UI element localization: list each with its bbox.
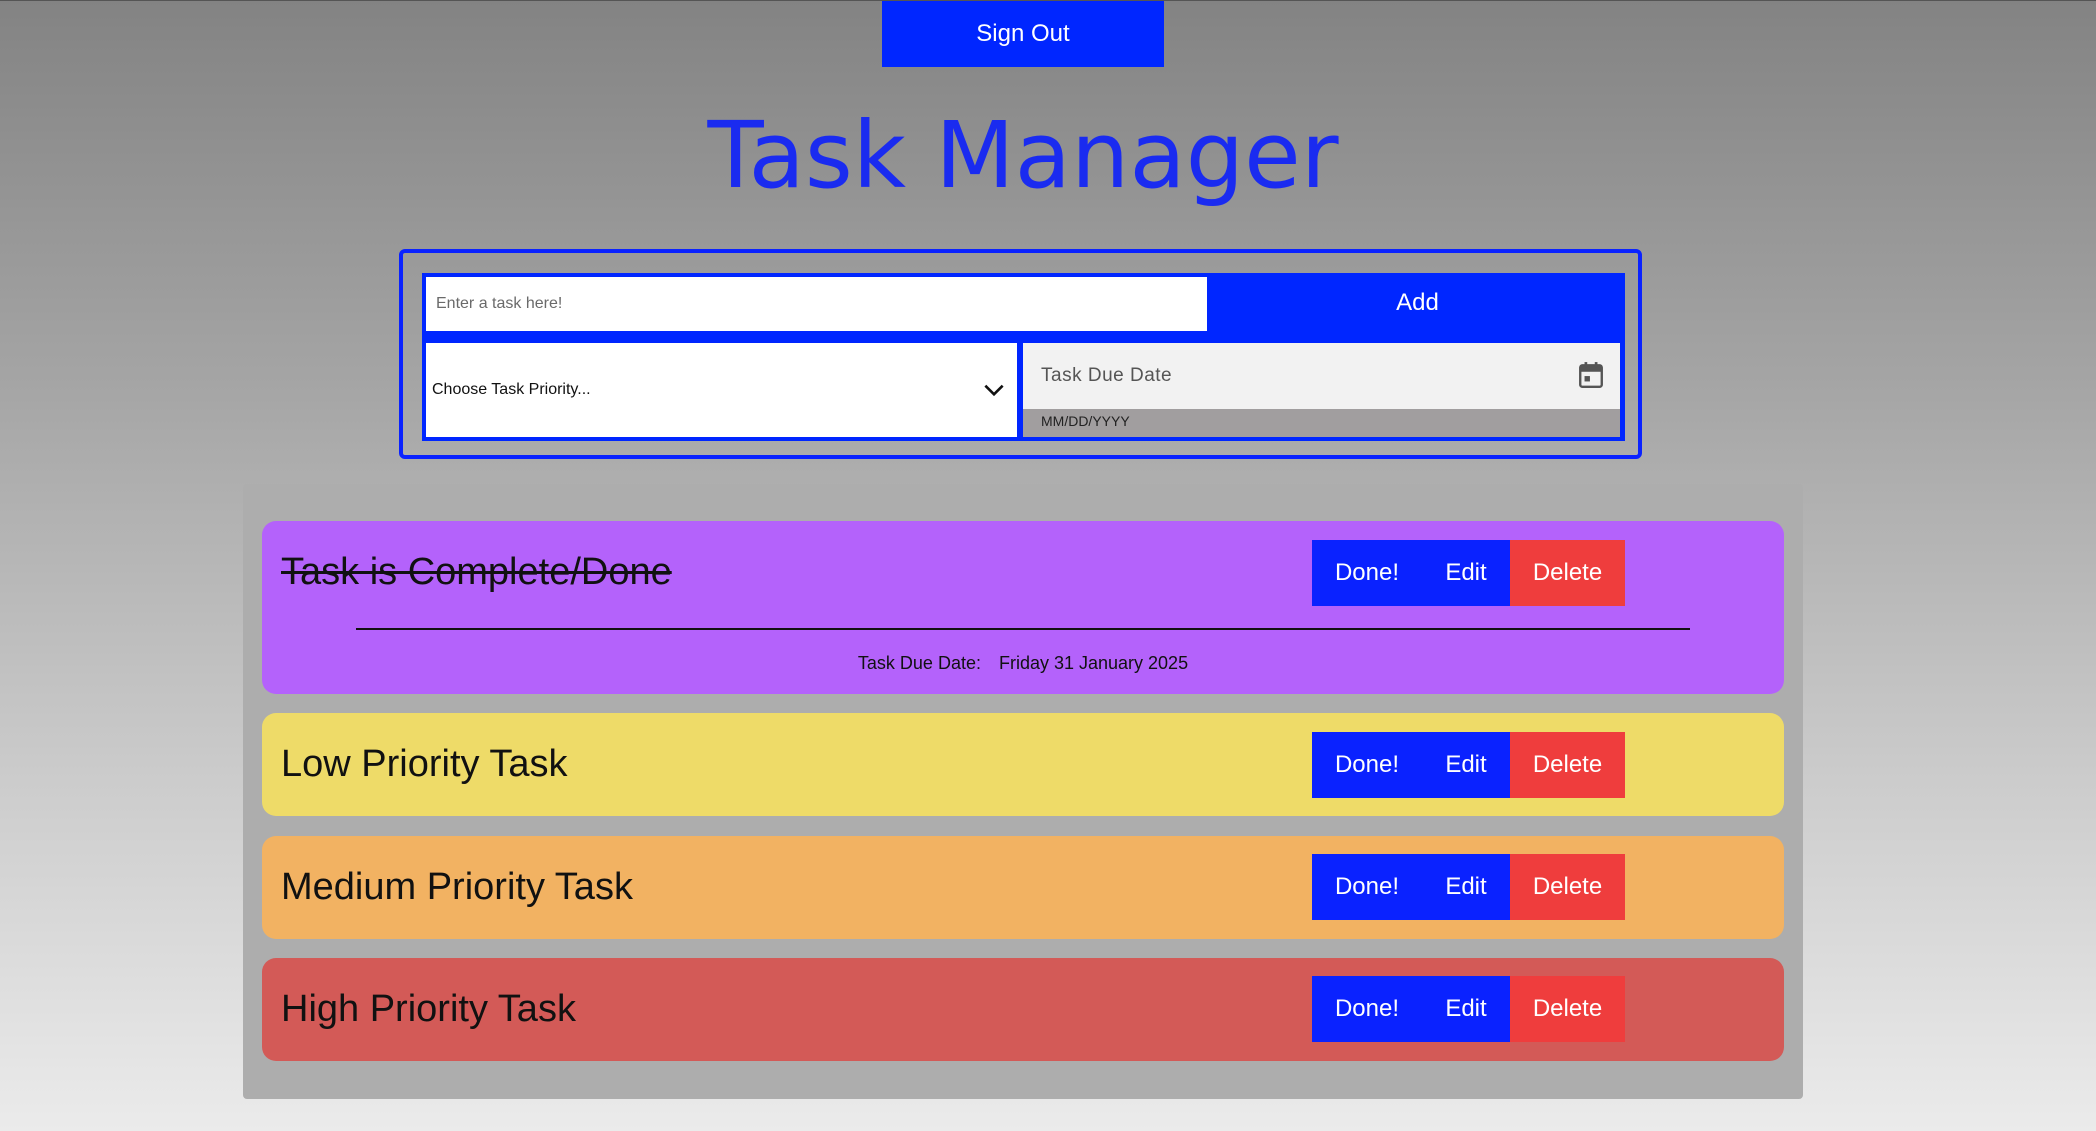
task-card-completed: Task is Complete/Done Done! Edit Delete …	[262, 521, 1784, 694]
task-name: Task is Complete/Done	[281, 551, 672, 593]
calendar-icon[interactable]	[1578, 361, 1604, 389]
task-due-date-value: Friday 31 January 2025	[998, 653, 1189, 673]
add-button[interactable]: Add	[1210, 273, 1625, 333]
due-date-format-hint: MM/DD/YYYY	[1041, 413, 1130, 429]
task-due-date: Task Due Date: Friday 31 January 2025	[262, 653, 1784, 674]
edit-button[interactable]: Edit	[1422, 976, 1510, 1042]
task-actions: Done! Edit Delete	[1312, 540, 1625, 606]
task-card-high: High Priority Task Done! Edit Delete	[262, 958, 1784, 1061]
done-button[interactable]: Done!	[1312, 976, 1422, 1042]
task-divider	[356, 628, 1690, 630]
task-name: Medium Priority Task	[281, 866, 633, 908]
delete-button[interactable]: Delete	[1510, 976, 1625, 1042]
priority-select-value: Choose Task Priority...	[432, 381, 591, 398]
task-card-medium: Medium Priority Task Done! Edit Delete	[262, 836, 1784, 939]
task-card-low: Low Priority Task Done! Edit Delete	[262, 713, 1784, 816]
due-date-label: Task Due Date	[1041, 365, 1173, 386]
task-name: Low Priority Task	[281, 743, 568, 785]
task-name: High Priority Task	[281, 988, 576, 1030]
task-actions: Done! Edit Delete	[1312, 976, 1625, 1042]
page-title: Task Manager	[707, 102, 1339, 209]
edit-button[interactable]: Edit	[1422, 854, 1510, 920]
done-button[interactable]: Done!	[1312, 854, 1422, 920]
edit-button[interactable]: Edit	[1422, 732, 1510, 798]
task-input[interactable]	[426, 277, 1207, 331]
done-button[interactable]: Done!	[1312, 540, 1422, 606]
delete-button[interactable]: Delete	[1510, 854, 1625, 920]
sign-out-button[interactable]: Sign Out	[882, 1, 1164, 67]
delete-button[interactable]: Delete	[1510, 540, 1625, 606]
done-button[interactable]: Done!	[1312, 732, 1422, 798]
delete-button[interactable]: Delete	[1510, 732, 1625, 798]
task-due-date-label: Task Due Date:	[857, 653, 981, 673]
due-date-field[interactable]: Task Due Date MM/DD/YYYY	[1023, 343, 1620, 437]
chevron-down-icon	[984, 384, 1004, 397]
task-actions: Done! Edit Delete	[1312, 854, 1625, 920]
priority-select[interactable]: Choose Task Priority...	[426, 343, 1017, 437]
due-date-input[interactable]: Task Due Date	[1023, 343, 1620, 409]
task-actions: Done! Edit Delete	[1312, 732, 1625, 798]
edit-button[interactable]: Edit	[1422, 540, 1510, 606]
